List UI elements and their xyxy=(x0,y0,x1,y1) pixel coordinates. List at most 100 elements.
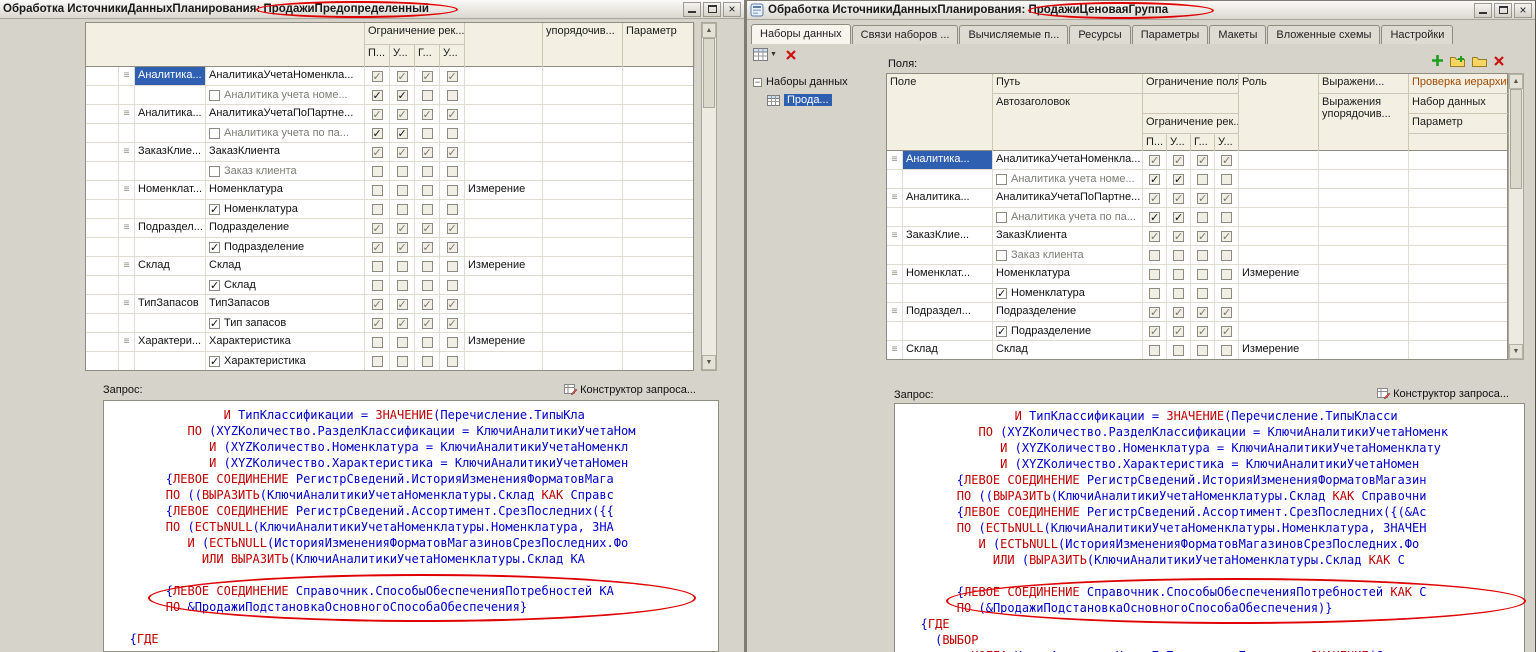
tree-item-dataset[interactable]: Прода... xyxy=(753,91,881,109)
restriction-checkbox[interactable] xyxy=(1173,345,1184,356)
collapse-icon[interactable]: − xyxy=(753,78,762,87)
field-row[interactable]: ≡Аналитика...АналитикаУчетаНоменкла... xyxy=(887,151,1507,170)
restriction-checkbox[interactable] xyxy=(1149,288,1160,299)
restriction-checkbox[interactable] xyxy=(1149,155,1160,166)
restriction-checkbox[interactable] xyxy=(422,204,433,215)
restriction-checkbox[interactable] xyxy=(372,147,383,158)
field-row[interactable]: ≡Аналитика...АналитикаУчетаНоменкла... xyxy=(86,67,693,86)
restriction-checkbox[interactable] xyxy=(397,147,408,158)
use-field-checkbox[interactable] xyxy=(996,212,1007,223)
restriction-checkbox[interactable] xyxy=(372,242,383,253)
restriction-checkbox[interactable] xyxy=(372,337,383,348)
field-row[interactable]: ≡Характери...ХарактеристикаИзмерение xyxy=(86,333,693,352)
restriction-checkbox[interactable] xyxy=(422,280,433,291)
restriction-checkbox[interactable] xyxy=(372,109,383,120)
use-field-checkbox[interactable] xyxy=(209,318,220,329)
restriction-checkbox[interactable] xyxy=(447,90,458,101)
right-titlebar[interactable]: Обработка ИсточникиДанныхПланирования: П… xyxy=(747,1,1535,20)
restriction-checkbox[interactable] xyxy=(1173,174,1184,185)
restriction-checkbox[interactable] xyxy=(397,261,408,272)
restriction-checkbox[interactable] xyxy=(1197,174,1208,185)
restriction-checkbox[interactable] xyxy=(397,90,408,101)
use-field-checkbox[interactable] xyxy=(996,174,1007,185)
restriction-checkbox[interactable] xyxy=(447,299,458,310)
restriction-checkbox[interactable] xyxy=(1197,193,1208,204)
folder-icon[interactable] xyxy=(1472,55,1487,67)
restriction-checkbox[interactable] xyxy=(1221,326,1232,337)
tab-6[interactable]: Вложенные схемы xyxy=(1267,25,1380,44)
restriction-checkbox[interactable] xyxy=(447,109,458,120)
auto-title-row[interactable]: Заказ клиента xyxy=(887,246,1507,265)
restriction-checkbox[interactable] xyxy=(422,318,433,329)
restriction-checkbox[interactable] xyxy=(1221,193,1232,204)
restriction-checkbox[interactable] xyxy=(1173,212,1184,223)
use-field-checkbox[interactable] xyxy=(996,326,1007,337)
add-dataset-button[interactable]: ▼ xyxy=(753,48,777,61)
scroll-track[interactable] xyxy=(1509,189,1523,344)
restriction-checkbox[interactable] xyxy=(1149,212,1160,223)
restriction-checkbox[interactable] xyxy=(397,318,408,329)
restriction-checkbox[interactable] xyxy=(447,261,458,272)
restriction-checkbox[interactable] xyxy=(372,204,383,215)
restriction-checkbox[interactable] xyxy=(1149,269,1160,280)
auto-title-row[interactable]: Номенклатура xyxy=(887,284,1507,303)
tab-4[interactable]: Параметры xyxy=(1132,25,1209,44)
restriction-checkbox[interactable] xyxy=(422,242,433,253)
use-field-checkbox[interactable] xyxy=(996,288,1007,299)
left-fields-table[interactable]: ≡Аналитика...АналитикаУчетаНоменкла... Ан… xyxy=(85,67,694,371)
field-row[interactable]: ≡ЗаказКлие...ЗаказКлиента xyxy=(86,143,693,162)
restriction-checkbox[interactable] xyxy=(1149,174,1160,185)
restriction-checkbox[interactable] xyxy=(372,223,383,234)
tab-1[interactable]: Связи наборов ... xyxy=(852,25,959,44)
restriction-checkbox[interactable] xyxy=(422,166,433,177)
use-field-checkbox[interactable] xyxy=(209,242,220,253)
restriction-checkbox[interactable] xyxy=(372,261,383,272)
restriction-checkbox[interactable] xyxy=(1221,307,1232,318)
scroll-up-icon[interactable]: ▲ xyxy=(702,23,716,38)
restriction-checkbox[interactable] xyxy=(447,166,458,177)
restriction-checkbox[interactable] xyxy=(422,337,433,348)
restriction-checkbox[interactable] xyxy=(1221,155,1232,166)
restriction-checkbox[interactable] xyxy=(1149,345,1160,356)
field-row[interactable]: ≡Аналитика...АналитикаУчетаПоПартне... xyxy=(86,105,693,124)
restriction-checkbox[interactable] xyxy=(372,71,383,82)
restriction-checkbox[interactable] xyxy=(447,280,458,291)
restriction-checkbox[interactable] xyxy=(397,242,408,253)
restriction-checkbox[interactable] xyxy=(1173,193,1184,204)
restriction-checkbox[interactable] xyxy=(1221,212,1232,223)
scroll-thumb[interactable] xyxy=(703,38,715,108)
auto-title-row[interactable]: Аналитика учета по па... xyxy=(86,124,693,143)
restriction-checkbox[interactable] xyxy=(447,71,458,82)
auto-title-row[interactable]: Аналитика учета по па... xyxy=(887,208,1507,227)
restriction-checkbox[interactable] xyxy=(1149,193,1160,204)
restriction-checkbox[interactable] xyxy=(422,147,433,158)
left-query-editor[interactable]: И ТипКлассификации = ЗНАЧЕНИЕ(Перечислен… xyxy=(103,400,719,652)
restriction-checkbox[interactable] xyxy=(422,261,433,272)
minimize-button[interactable] xyxy=(683,2,701,17)
restriction-checkbox[interactable] xyxy=(422,128,433,139)
field-row[interactable]: ≡Подраздел...Подразделение xyxy=(887,303,1507,322)
restriction-checkbox[interactable] xyxy=(1173,307,1184,318)
restriction-checkbox[interactable] xyxy=(397,299,408,310)
minimize-button[interactable] xyxy=(1474,3,1492,18)
field-row[interactable]: ≡Номенклат...НоменклатураИзмерение xyxy=(86,181,693,200)
restriction-checkbox[interactable] xyxy=(397,128,408,139)
restriction-checkbox[interactable] xyxy=(1197,212,1208,223)
add-group-icon[interactable] xyxy=(1450,54,1466,67)
left-table-scrollbar[interactable]: ▲ ▼ xyxy=(701,22,717,371)
field-row[interactable]: ≡Аналитика...АналитикаУчетаПоПартне... xyxy=(887,189,1507,208)
delete-field-icon[interactable] xyxy=(1493,55,1505,67)
restriction-checkbox[interactable] xyxy=(397,71,408,82)
restriction-checkbox[interactable] xyxy=(1149,231,1160,242)
auto-title-row[interactable]: Характеристика xyxy=(86,352,693,371)
restriction-checkbox[interactable] xyxy=(397,223,408,234)
restriction-checkbox[interactable] xyxy=(1149,326,1160,337)
restriction-checkbox[interactable] xyxy=(1221,250,1232,261)
left-query-builder-link[interactable]: Конструктор запроса... xyxy=(564,383,696,396)
restriction-checkbox[interactable] xyxy=(447,242,458,253)
auto-title-row[interactable]: Номенклатура xyxy=(86,200,693,219)
field-row[interactable]: ≡СкладСкладИзмерение xyxy=(86,257,693,276)
tree-item-datasets-root[interactable]: − Наборы данных xyxy=(753,73,881,91)
right-query-editor[interactable]: И ТипКлассификации = ЗНАЧЕНИЕ(Перечислен… xyxy=(894,403,1525,652)
restriction-checkbox[interactable] xyxy=(422,185,433,196)
